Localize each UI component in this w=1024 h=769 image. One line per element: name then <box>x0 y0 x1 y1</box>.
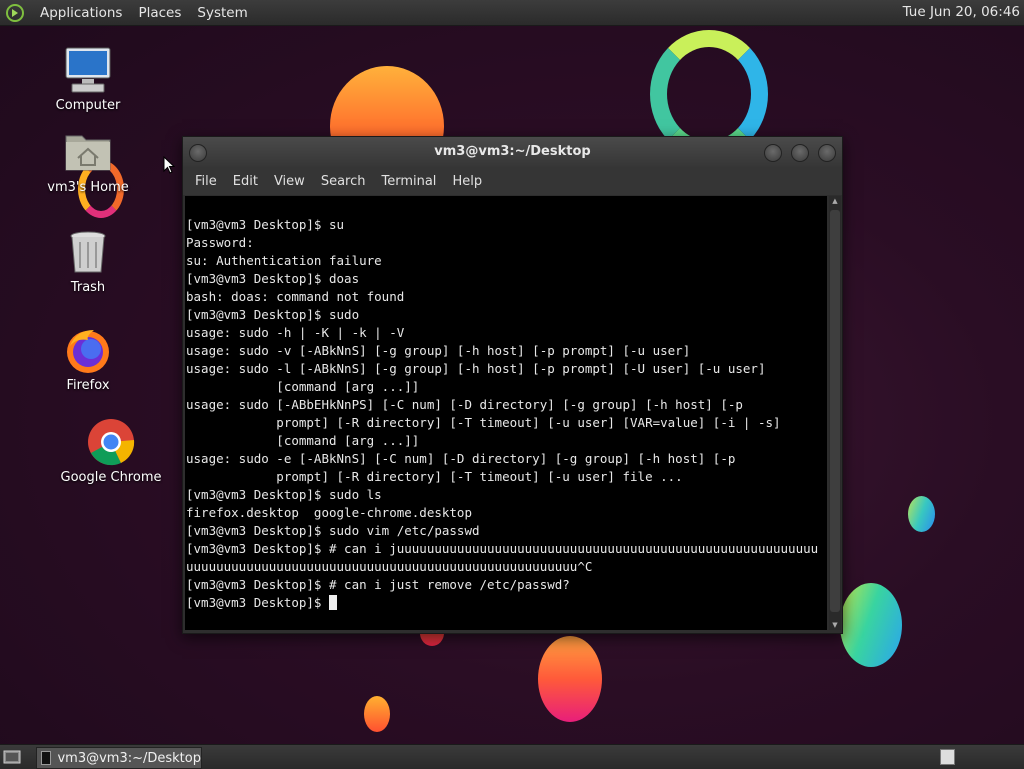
terminal-line: [vm3@vm3 Desktop]$ sudo <box>186 307 360 322</box>
terminal-line: Password: <box>186 235 254 250</box>
mate-logo-icon[interactable] <box>6 3 24 22</box>
desktop-icon-label: Firefox <box>66 378 110 393</box>
computer-icon <box>64 46 112 94</box>
minimize-icon[interactable] <box>764 144 782 162</box>
terminal-line: usage: sudo -v [-ABkNnS] [-g group] [-h … <box>186 343 691 358</box>
close-icon[interactable] <box>818 144 836 162</box>
menu-view[interactable]: View <box>266 174 313 189</box>
terminal-line: [vm3@vm3 Desktop]$ doas <box>186 271 360 286</box>
window-titlebar[interactable]: vm3@vm3:~/Desktop <box>183 137 842 167</box>
terminal-line: usage: sudo -h | -K | -k | -V <box>186 325 405 340</box>
terminal-line: [command [arg ...]] <box>186 379 420 394</box>
show-desktop-icon[interactable] <box>3 749 21 765</box>
top-panel: Applications Places System Tue Jun 20, 0… <box>0 0 1024 26</box>
wallpaper-blob-blue <box>840 583 902 667</box>
desktop-icon-home[interactable]: vm3's Home <box>38 128 138 195</box>
terminal-lines: [vm3@vm3 Desktop]$ su Password: su: Authen… <box>185 196 827 630</box>
terminal-line: usage: sudo -l [-ABkNnS] [-g group] [-h … <box>186 361 766 376</box>
clock[interactable]: Tue Jun 20, 06:46 <box>903 4 1020 20</box>
terminal-line: usage: sudo -e [-ABkNnS] [-C num] [-D di… <box>186 451 736 466</box>
menu-applications[interactable]: Applications <box>32 5 130 21</box>
terminal-scrollbar[interactable]: ▲ ▼ <box>829 196 841 630</box>
terminal-line: firefox.desktop google-chrome.desktop <box>186 505 472 520</box>
wallpaper-blob-blue-small <box>908 496 935 532</box>
bottom-panel: vm3@vm3:~/Desktop <box>0 744 1024 769</box>
terminal-icon <box>41 751 52 765</box>
mouse-pointer-icon <box>163 156 175 174</box>
desktop-icon-label: Google Chrome <box>60 470 162 485</box>
terminal-output[interactable]: [vm3@vm3 Desktop]$ su Password: su: Authen… <box>185 196 827 630</box>
desktop-icon-chrome[interactable]: Google Chrome <box>38 418 184 485</box>
terminal-line: [vm3@vm3 Desktop]$ sudo ls <box>186 487 382 502</box>
menu-system[interactable]: System <box>189 5 255 21</box>
menu-places[interactable]: Places <box>130 5 189 21</box>
scroll-up-arrow-icon[interactable]: ▲ <box>829 196 841 206</box>
wallpaper-blob-small <box>364 696 390 732</box>
terminal-line: [vm3@vm3 Desktop]$ sudo vim /etc/passwd <box>186 523 480 538</box>
scroll-down-arrow-icon[interactable]: ▼ <box>829 620 841 630</box>
desktop-icon-label: vm3's Home <box>47 180 129 195</box>
taskbar-button-terminal[interactable]: vm3@vm3:~/Desktop <box>36 747 202 769</box>
menu-search[interactable]: Search <box>313 174 374 189</box>
terminal-line: [vm3@vm3 Desktop]$ # can i just remove /… <box>186 577 570 592</box>
terminal-line: usage: sudo [-ABbEHkNnPS] [-C num] [-D d… <box>186 397 743 412</box>
desktop-icon-computer[interactable]: Computer <box>38 46 138 113</box>
terminal-line: [command [arg ...]] <box>186 433 420 448</box>
firefox-icon <box>64 326 112 374</box>
terminal-prompt-line[interactable]: [vm3@vm3 Desktop]$ <box>186 594 827 612</box>
terminal-menubar: File Edit View Search Terminal Help <box>183 167 842 195</box>
terminal-line: [vm3@vm3 Desktop]$ su <box>186 217 345 232</box>
terminal-line: uuuuuuuuuuuuuuuuuuuuuuuuuuuuuuuuuuuuuuuu… <box>186 559 593 574</box>
home-folder-icon <box>64 128 112 176</box>
desktop-icon-label: Computer <box>55 98 121 113</box>
terminal-prompt: [vm3@vm3 Desktop]$ <box>186 595 329 610</box>
menu-edit[interactable]: Edit <box>225 174 266 189</box>
workspace-switcher[interactable] <box>940 749 955 765</box>
window-title: vm3@vm3:~/Desktop <box>434 144 591 159</box>
menu-help[interactable]: Help <box>444 174 490 189</box>
trash-icon <box>64 228 112 276</box>
chrome-icon <box>87 418 135 466</box>
scrollbar-thumb[interactable] <box>830 210 840 612</box>
terminal-cursor <box>329 595 337 610</box>
desktop-icon-label: Trash <box>70 280 106 295</box>
window-menu-icon[interactable] <box>189 144 207 162</box>
terminal-line: bash: doas: command not found <box>186 289 405 304</box>
menu-file[interactable]: File <box>187 174 225 189</box>
maximize-icon[interactable] <box>791 144 809 162</box>
terminal-line: prompt] [-R directory] [-T timeout] [-u … <box>186 469 683 484</box>
desktop-icon-firefox[interactable]: Firefox <box>38 326 138 393</box>
desktop-icon-trash[interactable]: Trash <box>38 228 138 295</box>
terminal-window[interactable]: vm3@vm3:~/Desktop File Edit View Search … <box>182 136 843 634</box>
terminal-line: prompt] [-R directory] [-T timeout] [-u … <box>186 415 781 430</box>
terminal-line: [vm3@vm3 Desktop]$ # can i juuuuuuuuuuuu… <box>186 541 819 556</box>
taskbar-button-label: vm3@vm3:~/Desktop <box>57 750 201 766</box>
terminal-line: su: Authentication failure <box>186 253 382 268</box>
wallpaper-blob-pink <box>538 636 602 722</box>
menu-terminal[interactable]: Terminal <box>373 174 444 189</box>
